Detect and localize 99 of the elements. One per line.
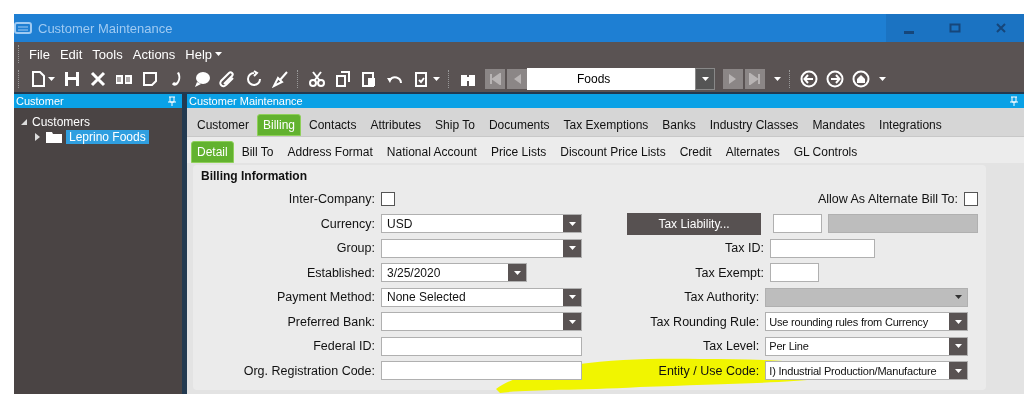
menu-item[interactable]: Help (183, 46, 215, 62)
input-field[interactable] (381, 336, 582, 356)
dropdown[interactable]: USD (381, 214, 582, 234)
field-label: Preferred Bank: (286, 314, 375, 329)
field-label: Tax Level: (702, 339, 760, 354)
maximize-icon (949, 22, 961, 34)
tab[interactable]: Documents (482, 114, 556, 136)
field-label: Entity / Use Code: (657, 363, 760, 378)
dropdown[interactable]: I) Industrial Production/Manufacture (765, 361, 968, 381)
tab[interactable]: Bill To (235, 141, 280, 163)
tab[interactable]: Discount Price Lists (554, 141, 672, 163)
scissors-icon[interactable] (308, 70, 326, 88)
tab[interactable]: Attributes (364, 114, 428, 136)
tab[interactable]: Tax Exemptions (557, 114, 655, 136)
paste-icon[interactable] (360, 70, 378, 88)
checkbox[interactable] (381, 192, 395, 207)
last-record-icon (749, 73, 761, 85)
menu-item[interactable]: File (27, 46, 52, 62)
caret-icon[interactable] (773, 75, 781, 83)
tax-liability-button[interactable]: Tax Liability... (627, 212, 761, 235)
speech-bubble-icon[interactable] (193, 70, 211, 88)
expand-arrow-icon[interactable] (34, 132, 42, 141)
record-field[interactable]: Foods (527, 68, 715, 90)
dropdown-arrow-icon (700, 75, 710, 83)
home-icon[interactable] (852, 70, 870, 88)
tab[interactable]: Contacts (303, 114, 363, 136)
date-field[interactable]: 3/25/2020 (381, 263, 527, 283)
tab[interactable]: Mandates (806, 114, 872, 136)
field-label: Allow As Alternate Bill To: (817, 192, 958, 207)
tab[interactable]: National Account (380, 141, 483, 163)
back-icon[interactable] (800, 70, 818, 88)
dropdown[interactable]: None Selected (381, 287, 582, 307)
pin-icon[interactable] (1010, 96, 1018, 106)
field-label: Payment Method: (276, 290, 375, 305)
forward-icon[interactable] (826, 70, 844, 88)
new-document-icon[interactable] (29, 70, 47, 88)
note-icon[interactable] (141, 70, 159, 88)
tab[interactable]: Integrations (873, 114, 948, 136)
panel-title: Customer (16, 95, 64, 107)
input-field[interactable] (770, 263, 819, 283)
pin-icon[interactable] (168, 96, 176, 106)
copy-icon[interactable] (334, 70, 352, 88)
dropdown[interactable]: Use rounding rules from Currency (765, 312, 968, 332)
input-field[interactable] (381, 361, 582, 381)
clipboard-check-icon[interactable] (412, 70, 430, 88)
window-title: Customer Maintenance (38, 20, 174, 36)
menu-item[interactable]: Edit (57, 46, 85, 62)
caret-icon[interactable] (432, 75, 440, 83)
dropdown-arrow-icon (567, 244, 577, 253)
dropdown-arrow-icon (953, 317, 963, 326)
tab[interactable]: Credit (673, 141, 718, 163)
input-field[interactable] (773, 214, 822, 234)
field-label: Tax ID: (724, 241, 764, 256)
caret-icon[interactable] (214, 50, 223, 58)
field-label: Federal ID: (312, 339, 375, 354)
dropdown-arrow-icon (567, 219, 577, 228)
tab[interactable]: Ship To (429, 114, 481, 136)
dropdown-arrow-icon (953, 293, 963, 302)
field-label: Inter-Company: (287, 192, 375, 207)
caret-icon[interactable] (878, 75, 886, 83)
dropdown[interactable] (381, 238, 582, 258)
field-label: Established: (305, 265, 375, 280)
paperclip-icon[interactable] (219, 70, 237, 88)
tab[interactable]: Alternates (719, 141, 786, 163)
app-icon (14, 21, 32, 35)
caret-icon[interactable] (47, 75, 55, 83)
dropdown-arrow-icon (567, 293, 577, 302)
tab[interactable]: Customer (191, 114, 255, 136)
dropdown[interactable] (381, 312, 582, 332)
input-field[interactable] (770, 238, 875, 258)
close-icon (995, 22, 1007, 34)
tab[interactable]: Industry Classes (703, 114, 805, 136)
refresh-icon[interactable] (245, 70, 263, 88)
menu-item[interactable]: Tools (90, 46, 125, 62)
tab[interactable]: Address Format (281, 141, 379, 163)
dropdown[interactable]: Per Line (765, 336, 968, 356)
tab[interactable]: Price Lists (484, 141, 553, 163)
checkbox[interactable] (964, 192, 978, 207)
dropdown-arrow-icon (567, 317, 577, 326)
tab[interactable]: Banks (656, 114, 702, 136)
panel-title: Customer Maintenance (189, 95, 303, 107)
field-label: Currency: (319, 216, 375, 231)
tree-item[interactable]: Customers (32, 114, 90, 129)
expand-arrow-icon[interactable] (20, 117, 28, 126)
dropdown-arrow-icon (953, 366, 963, 375)
dropdown-arrow-icon (512, 268, 522, 277)
first-record-icon (489, 73, 501, 85)
field-label: Tax Exempt: (694, 265, 764, 280)
menu-item[interactable]: Actions (130, 46, 178, 62)
section-title: Billing Information (201, 169, 308, 183)
dropdown-arrow-icon (953, 342, 963, 351)
close-icon[interactable] (89, 70, 107, 88)
field-label: Group: (335, 241, 375, 256)
folder-icon (46, 130, 62, 143)
field-label: Org. Registration Code: (242, 363, 375, 378)
tab[interactable]: GL Controls (787, 141, 864, 163)
field-label: Tax Authority: (683, 290, 760, 305)
minimize-icon (904, 30, 914, 34)
field-label: Tax Rounding Rule: (649, 314, 760, 329)
